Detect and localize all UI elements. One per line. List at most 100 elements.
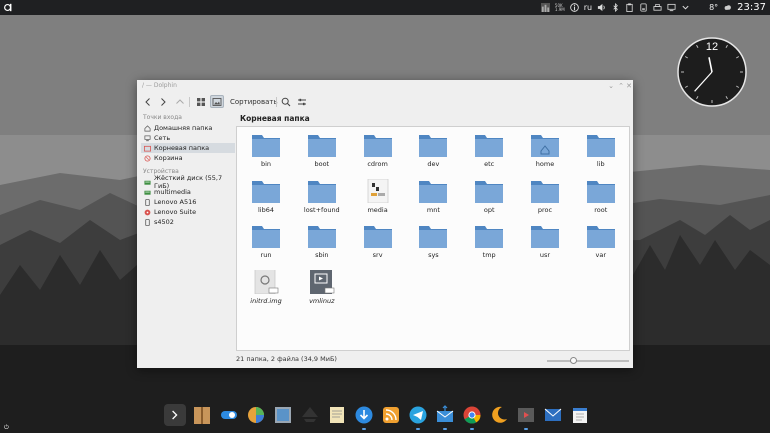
- back-button[interactable]: [143, 95, 153, 108]
- close-icon[interactable]: ✕: [625, 82, 633, 90]
- temperature[interactable]: 8°: [709, 3, 718, 12]
- folder-icon: [252, 224, 280, 248]
- sidebar-place-item[interactable]: Корзина: [141, 153, 235, 163]
- inkscape-launcher[interactable]: [299, 404, 321, 426]
- sidebar-place-label: Домашняя папка: [154, 124, 213, 132]
- image-viewer-launcher[interactable]: [272, 404, 294, 426]
- rss-launcher[interactable]: [380, 404, 402, 426]
- file-item[interactable]: media: [353, 175, 403, 221]
- sidebar-device-item[interactable]: Lenovo Suite: [141, 207, 235, 217]
- media-folder-icon: [364, 178, 392, 203]
- clipboard-icon[interactable]: [625, 3, 634, 12]
- file-name: root: [594, 205, 608, 214]
- moon-app-launcher[interactable]: [488, 404, 510, 426]
- file-item[interactable]: home: [520, 129, 570, 175]
- search-button[interactable]: [280, 95, 292, 108]
- preview-toggle-button[interactable]: [210, 95, 224, 108]
- terminal-launcher[interactable]: [164, 404, 186, 426]
- printer-icon[interactable]: [653, 3, 662, 12]
- mail-launcher[interactable]: [542, 404, 564, 426]
- file-item[interactable]: lost+found: [297, 175, 347, 221]
- folder-icon: [531, 224, 559, 248]
- sidebar-device-label: Lenovo Suite: [154, 208, 197, 216]
- file-item[interactable]: proc: [520, 175, 570, 221]
- file-item[interactable]: etc: [464, 129, 514, 175]
- file-item[interactable]: sys: [408, 220, 458, 266]
- file-item[interactable]: root: [576, 175, 626, 221]
- file-item[interactable]: sbin: [297, 220, 347, 266]
- download-launcher[interactable]: [353, 404, 375, 430]
- folder-icon: [475, 179, 504, 203]
- sidebar-place-item[interactable]: Сеть: [141, 133, 235, 143]
- clock-12-label: 12: [706, 41, 718, 53]
- file-item[interactable]: initrd.img: [241, 263, 291, 312]
- video-player-launcher[interactable]: [515, 404, 537, 430]
- file-item[interactable]: mnt: [408, 175, 458, 221]
- file-item[interactable]: opt: [464, 175, 514, 221]
- breadcrumb[interactable]: Корневая папка: [240, 114, 310, 123]
- calendar-launcher[interactable]: [569, 404, 591, 426]
- network-wired-icon[interactable]: [667, 3, 676, 12]
- info-icon[interactable]: [569, 3, 579, 12]
- file-view[interactable]: bin boot cdrom dev etc home lib lib64 lost+found…: [236, 126, 630, 351]
- forward-button[interactable]: [158, 95, 168, 108]
- weather-icon[interactable]: [695, 3, 704, 12]
- folder-icon: [252, 133, 280, 157]
- file-item[interactable]: vmlinuz: [297, 263, 347, 312]
- folder-icon: [307, 179, 336, 203]
- window-titlebar[interactable]: / — Dolphin ⌄ ⌃ ✕: [137, 80, 633, 93]
- inkscape-icon: [300, 405, 320, 425]
- file-item[interactable]: lib: [576, 129, 626, 175]
- rss-icon: [381, 405, 401, 425]
- running-indicator: [524, 428, 528, 430]
- search-icon: [281, 97, 291, 106]
- maximize-icon[interactable]: ⌃: [617, 82, 625, 90]
- image-viewer-icon: [273, 405, 293, 425]
- dock: [164, 404, 591, 430]
- expand-tray-icon[interactable]: [681, 3, 690, 12]
- minimize-icon[interactable]: ⌄: [607, 82, 615, 90]
- digital-clock[interactable]: 23:37: [737, 2, 766, 13]
- sidebar-place-label: Корневая папка: [154, 144, 210, 152]
- file-item[interactable]: run: [241, 220, 291, 266]
- text-editor-launcher[interactable]: [326, 404, 348, 426]
- file-item[interactable]: boot: [297, 129, 347, 175]
- icons-view-button[interactable]: [194, 95, 207, 108]
- archive-launcher[interactable]: [191, 404, 213, 426]
- file-item[interactable]: tmp: [464, 220, 514, 266]
- file-item[interactable]: bin: [241, 129, 291, 175]
- zoom-slider[interactable]: [547, 357, 629, 364]
- home-folder-icon: [531, 133, 559, 157]
- mail-send-launcher[interactable]: [434, 404, 456, 430]
- color-picker-launcher[interactable]: [245, 404, 267, 426]
- sidebar-device-item[interactable]: Lenovo A516: [141, 197, 235, 207]
- telegram-launcher[interactable]: [407, 404, 429, 430]
- app-launcher-icon[interactable]: [3, 2, 14, 13]
- file-item[interactable]: cdrom: [353, 129, 403, 175]
- toggle-settings-launcher[interactable]: [218, 404, 240, 426]
- file-item[interactable]: lib64: [241, 175, 291, 221]
- zoom-slider-handle[interactable]: [569, 357, 577, 364]
- file-item[interactable]: usr: [520, 220, 570, 266]
- file-name: usr: [539, 251, 551, 259]
- chrome-launcher[interactable]: [461, 404, 483, 430]
- cpu-monitor-icon[interactable]: [540, 3, 550, 12]
- desktop-toolbox-icon[interactable]: ⏻: [4, 424, 9, 432]
- filter-settings-button[interactable]: [296, 95, 308, 108]
- bluetooth-icon[interactable]: [611, 3, 620, 12]
- disk-icon[interactable]: [639, 3, 648, 12]
- volume-icon[interactable]: [597, 3, 606, 12]
- sort-button[interactable]: Сортировать: [227, 95, 281, 108]
- sidebar-place-label: Корзина: [154, 154, 183, 162]
- sidebar-place-item[interactable]: Корневая папка: [141, 143, 235, 153]
- file-item[interactable]: dev: [408, 129, 458, 175]
- folder-icon: [586, 179, 615, 203]
- file-item[interactable]: srv: [353, 220, 403, 266]
- sidebar-device-item[interactable]: s4502: [141, 217, 235, 227]
- up-button[interactable]: [175, 95, 185, 108]
- sidebar-place-item[interactable]: Домашняя папка: [141, 123, 235, 133]
- file-item[interactable]: var: [576, 220, 626, 266]
- up-icon: [176, 98, 184, 104]
- keyboard-layout[interactable]: ru: [584, 3, 592, 12]
- sidebar-device-item[interactable]: Жёсткий диск (55,7 ГиБ): [141, 174, 235, 190]
